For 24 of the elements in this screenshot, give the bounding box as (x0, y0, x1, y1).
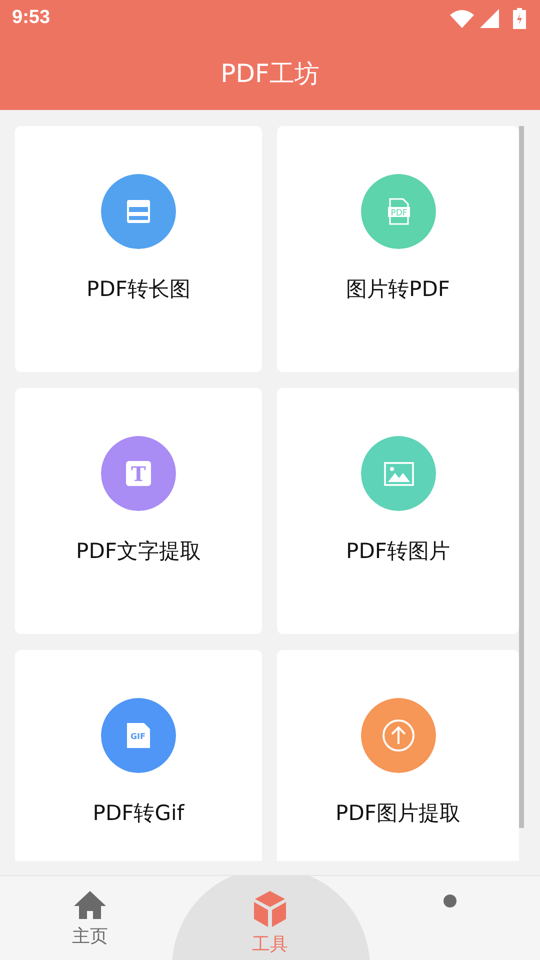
home-icon (73, 890, 107, 920)
tool-card[interactable]: PDF 图片转PDF (277, 126, 519, 372)
app-title: PDF工坊 (220, 58, 320, 90)
battery-icon (513, 8, 526, 28)
nav-tab[interactable]: 主页 (0, 876, 180, 960)
tool-label: PDF转Gif (92, 800, 184, 827)
tool-label: PDF转图片 (346, 538, 450, 565)
wifi-icon (450, 8, 474, 28)
signal-icon (480, 8, 499, 28)
tool-card[interactable]: PDF图片提取 (277, 650, 519, 861)
tool-label: PDF图片提取 (336, 800, 460, 827)
tool-card[interactable]: PDF转图片 (277, 388, 519, 634)
dot-icon (443, 894, 457, 908)
tool-label: 图片转PDF (346, 276, 450, 303)
tool-icon: T (101, 436, 176, 511)
tool-icon: PDF (360, 174, 436, 249)
tool-card[interactable]: PDF转长图 (15, 126, 262, 372)
tool-icon: GIF (101, 698, 176, 773)
tool-card[interactable]: GIF PDF转Gif (15, 650, 262, 861)
cube-icon (252, 890, 288, 928)
status-time: 9:53 (12, 7, 50, 29)
tool-label: PDF转长图 (86, 276, 190, 303)
tool-label: PDF文字提取 (76, 538, 201, 565)
tool-card[interactable]: T PDF文字提取 (15, 388, 262, 634)
